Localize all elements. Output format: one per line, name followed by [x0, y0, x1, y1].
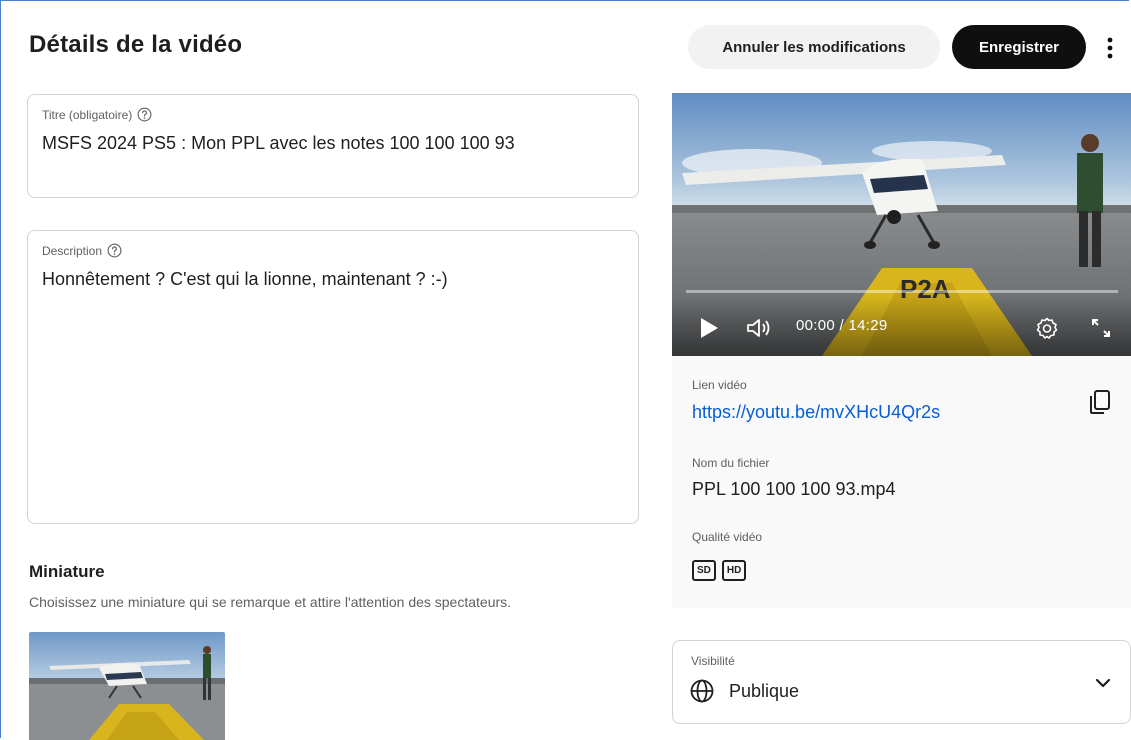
- thumbnail-section-subtitle: Choisissez une miniature qui se remarque…: [29, 594, 512, 610]
- video-player[interactable]: P2A 00:00 / 14:29: [672, 93, 1131, 356]
- copy-link-button[interactable]: [1084, 384, 1116, 420]
- cancel-changes-button[interactable]: Annuler les modifications: [688, 25, 940, 69]
- thumbnail-scene: [29, 632, 225, 740]
- video-link-label: Lien vidéo: [692, 378, 747, 392]
- play-icon: [701, 318, 718, 338]
- save-button[interactable]: Enregistrer: [952, 25, 1086, 69]
- play-button[interactable]: [694, 313, 724, 343]
- video-time: 00:00 / 14:29: [796, 317, 888, 334]
- visibility-label: Visibilité: [691, 654, 735, 668]
- video-quality-label: Qualité vidéo: [692, 530, 763, 544]
- page-title: Détails de la vidéo: [29, 31, 243, 58]
- chevron-down-icon: [1095, 678, 1111, 688]
- description-field-label: Description: [42, 243, 103, 258]
- video-quality-badges: SD HD: [692, 560, 747, 581]
- volume-icon: [747, 319, 770, 337]
- visibility-value: Publique: [729, 681, 800, 701]
- player-controls-bar: [672, 296, 1131, 356]
- quality-badge-sd: SD: [692, 560, 716, 581]
- help-icon[interactable]: [107, 243, 122, 258]
- title-field-label-row: Titre (obligatoire): [42, 107, 152, 122]
- filename-label: Nom du fichier: [692, 456, 770, 470]
- more-vert-icon: [1107, 37, 1113, 59]
- video-link[interactable]: https://youtu.be/mvXHcU4Qr2s: [692, 402, 940, 423]
- globe-icon: [690, 679, 714, 703]
- title-field[interactable]: Titre (obligatoire) MSFS 2024 PS5 : Mon …: [27, 94, 639, 198]
- thumbnail-image[interactable]: [29, 632, 225, 740]
- description-field-label-row: Description: [42, 243, 122, 258]
- thumbnail-section-title: Miniature: [29, 562, 105, 581]
- title-field-label: Titre (obligatoire): [42, 107, 133, 122]
- fullscreen-icon: [1092, 319, 1110, 337]
- progress-bar[interactable]: [686, 290, 1118, 293]
- description-input[interactable]: Honnêtement ? C'est qui la lionne, maint…: [42, 269, 448, 290]
- more-options-button[interactable]: [1098, 30, 1122, 66]
- fullscreen-button[interactable]: [1086, 313, 1116, 343]
- title-input[interactable]: MSFS 2024 PS5 : Mon PPL avec les notes 1…: [42, 133, 515, 154]
- filename-value: PPL 100 100 100 93.mp4: [692, 479, 896, 499]
- settings-button[interactable]: [1032, 313, 1062, 343]
- copy-icon: [1090, 390, 1110, 414]
- quality-badge-hd: HD: [721, 560, 747, 581]
- help-icon[interactable]: [137, 107, 152, 122]
- visibility-select[interactable]: Visibilité Publique: [672, 640, 1131, 724]
- gear-icon: [1036, 317, 1058, 339]
- volume-button[interactable]: [742, 313, 776, 343]
- description-field[interactable]: Description Honnêtement ? C'est qui la l…: [27, 230, 639, 524]
